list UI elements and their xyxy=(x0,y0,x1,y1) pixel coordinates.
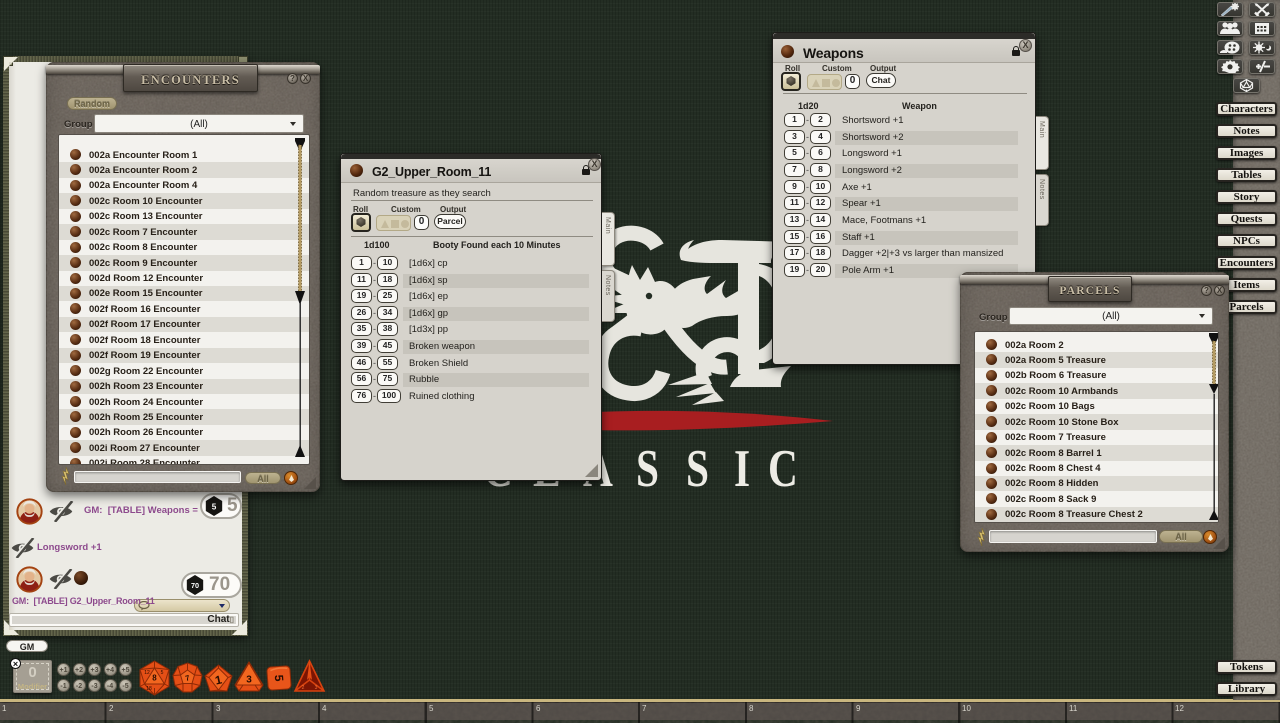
svg-text:8: 8 xyxy=(152,674,157,683)
svg-text:5: 5 xyxy=(161,670,164,676)
svg-text:5: 5 xyxy=(272,674,286,682)
svg-text:3: 3 xyxy=(315,685,318,691)
svg-text:18: 18 xyxy=(146,686,152,692)
svg-text:12: 12 xyxy=(144,670,150,676)
svg-text:3: 3 xyxy=(246,675,252,686)
svg-text:2: 2 xyxy=(302,685,305,691)
